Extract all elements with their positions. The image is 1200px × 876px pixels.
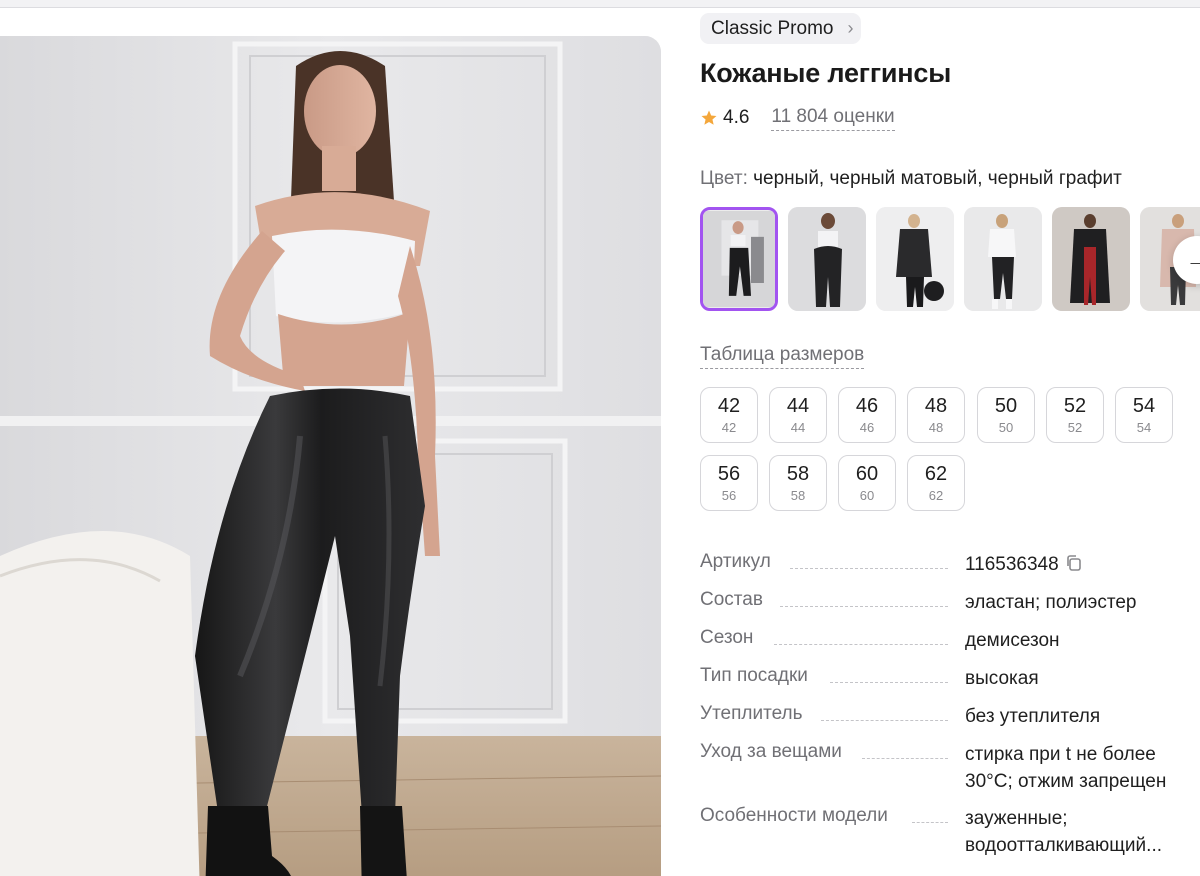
spec-leader: [912, 822, 948, 823]
size-button-44[interactable]: 44 44: [769, 387, 827, 443]
size-value: 42: [717, 395, 741, 417]
size-value: 58: [786, 463, 810, 485]
main-product-image[interactable]: [0, 36, 661, 876]
spec-label: Сезон: [700, 627, 762, 649]
size-ru-value: 62: [928, 488, 944, 503]
size-ru-value: 52: [1067, 420, 1083, 435]
size-value: 54: [1132, 395, 1156, 417]
spec-value: эластан; полиэстер: [965, 592, 1137, 613]
color-swatch[interactable]: [1052, 207, 1130, 311]
spec-label: Состав: [700, 589, 771, 611]
size-ru-value: 48: [928, 420, 944, 435]
size-value: 46: [855, 395, 879, 417]
brand-name: Classic Promo: [711, 18, 834, 39]
size-table-link[interactable]: Таблица размеров: [700, 344, 865, 369]
spec-value: 116536348: [965, 551, 1200, 578]
spec-leader: [774, 644, 948, 645]
color-line: Цвет: черный, черный матовый, черный гра…: [700, 168, 1122, 190]
spec-value: без утеплителя: [965, 706, 1101, 727]
size-button-42[interactable]: 42 42: [700, 387, 758, 443]
color-swatch[interactable]: [788, 207, 866, 311]
spec-label: Тип посадки: [700, 665, 816, 687]
spec-label: Особенности модели: [700, 805, 896, 827]
photo-thumbnail-icon: [1052, 207, 1130, 311]
spec-leader: [790, 568, 948, 569]
product-title: Кожаные леггинсы: [700, 58, 952, 88]
spec-leader: [821, 720, 948, 721]
spec-value: демисезон: [965, 630, 1060, 651]
size-button-52[interactable]: 52 52: [1046, 387, 1104, 443]
size-button-50[interactable]: 50 50: [977, 387, 1035, 443]
size-value: 62: [924, 463, 948, 485]
size-ru-value: 46: [859, 420, 875, 435]
color-swatch[interactable]: [700, 207, 778, 311]
spec-leader: [780, 606, 948, 607]
size-button-48[interactable]: 48 48: [907, 387, 965, 443]
spec-leader: [830, 682, 948, 683]
spec-value: зауженные; водоотталкивающий...: [965, 808, 1162, 856]
size-button-60[interactable]: 60 60: [838, 455, 896, 511]
spec-leader: [862, 758, 948, 759]
reviews-link[interactable]: 11 804 оценки: [771, 106, 895, 131]
star-icon: [701, 110, 717, 125]
spec-label: Артикул: [700, 551, 779, 573]
size-ru-value: 58: [790, 488, 806, 503]
photo-thumbnail-icon: [876, 207, 954, 311]
color-value: черный, черный матовый, черный графит: [753, 168, 1122, 189]
spec-value: стирка при t не более 30°С; отжим запрещ…: [965, 744, 1167, 792]
chevron-right-icon: ›: [847, 18, 854, 38]
color-swatch[interactable]: [964, 207, 1042, 311]
size-button-56[interactable]: 56 56: [700, 455, 758, 511]
size-ru-value: 44: [790, 420, 806, 435]
size-value: 52: [1063, 395, 1087, 417]
brand-link[interactable]: Classic Promo ›: [700, 13, 862, 44]
photo-thumbnail-icon: [703, 211, 775, 307]
spec-label: Уход за вещами: [700, 741, 850, 763]
size-button-58[interactable]: 58 58: [769, 455, 827, 511]
size-ru-value: 42: [721, 420, 737, 435]
size-value: 48: [924, 395, 948, 417]
size-ru-value: 54: [1136, 420, 1152, 435]
arrow-right-icon: →: [1186, 247, 1200, 272]
size-ru-value: 56: [721, 488, 737, 503]
copy-icon[interactable]: [1065, 554, 1083, 572]
size-ru-value: 60: [859, 488, 875, 503]
color-label: Цвет:: [700, 168, 748, 189]
size-button-46[interactable]: 46 46: [838, 387, 896, 443]
spec-label: Утеплитель: [700, 703, 811, 725]
size-value: 56: [717, 463, 741, 485]
size-button-62[interactable]: 62 62: [907, 455, 965, 511]
spec-value: высокая: [965, 668, 1039, 689]
color-swatches: [700, 207, 1200, 311]
rating-value: 4.6: [723, 107, 750, 128]
photo-thumbnail-icon: [964, 207, 1042, 311]
color-swatch[interactable]: [876, 207, 954, 311]
photo-thumbnail-icon: [788, 207, 866, 311]
size-value: 60: [855, 463, 879, 485]
size-value: 50: [994, 395, 1018, 417]
article-number: 116536348: [965, 554, 1059, 575]
size-ru-value: 50: [998, 420, 1014, 435]
rating-row: 4.6 11 804 оценки: [700, 104, 895, 132]
size-button-54[interactable]: 54 54: [1115, 387, 1173, 443]
browser-top-edge: [0, 0, 1200, 8]
size-value: 44: [786, 395, 810, 417]
